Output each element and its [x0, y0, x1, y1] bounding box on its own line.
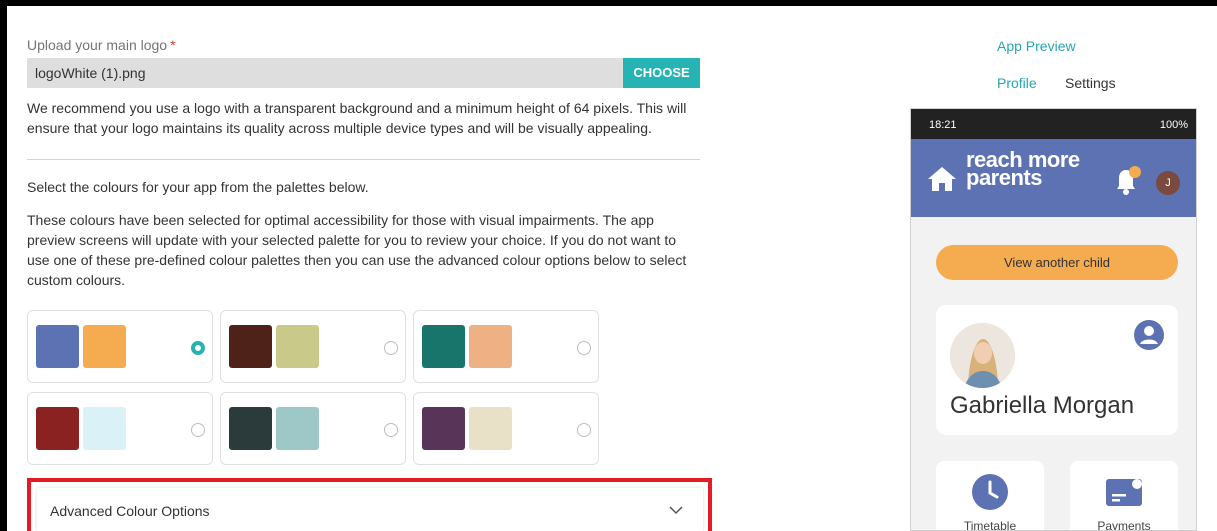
palette-option-6[interactable]: [413, 392, 599, 465]
tab-settings[interactable]: Settings: [1065, 75, 1116, 91]
palette-primary-swatch: [229, 407, 272, 450]
logo-recommendation-text: We recommend you use a logo with a trans…: [27, 100, 687, 136]
tile-payments[interactable]: Payments: [1070, 461, 1178, 531]
logo-file-name: logoWhite (1).png: [35, 65, 146, 81]
child-photo: [950, 323, 1015, 388]
app-header: reach more parents J: [911, 139, 1196, 217]
palette-option-3[interactable]: [413, 310, 599, 383]
status-bar: 18:21 100%: [911, 109, 1196, 139]
payment-card-icon: [1106, 479, 1142, 506]
app-preview-title: App Preview: [997, 38, 1076, 54]
advanced-options-highlight: Advanced Colour Options: [27, 478, 712, 531]
view-another-child-button[interactable]: View another child: [936, 245, 1178, 280]
clock-icon: [972, 474, 1008, 510]
logo-file-field[interactable]: logoWhite (1).png CHOOSE: [27, 58, 700, 88]
screen-frame: Upload your main logo * logoWhite (1).png…: [0, 0, 1217, 531]
upload-logo-label-text: Upload your main logo: [27, 37, 168, 53]
tile-timetable-label: Timetable: [963, 519, 1017, 531]
child-profile-card: Gabriella Morgan: [936, 305, 1178, 435]
palette-primary-swatch: [422, 407, 465, 450]
advanced-colour-options-toggle[interactable]: Advanced Colour Options: [37, 488, 703, 531]
palette-radio[interactable]: [577, 341, 591, 355]
palette-secondary-swatch: [83, 407, 126, 450]
palette-secondary-swatch: [276, 407, 319, 450]
house-icon: [928, 167, 956, 191]
palette-option-4[interactable]: [27, 392, 213, 465]
chevron-down-icon: [669, 506, 683, 515]
palette-radio[interactable]: [384, 423, 398, 437]
palette-option-2[interactable]: [220, 310, 406, 383]
tab-profile[interactable]: Profile: [997, 75, 1037, 91]
choose-button[interactable]: CHOOSE: [623, 58, 700, 88]
palette-secondary-swatch: [469, 325, 512, 368]
select-colours-text: Select the colours for your app from the…: [27, 179, 369, 195]
accessibility-text: These colours have been selected for opt…: [27, 212, 687, 288]
palette-primary-swatch: [36, 407, 79, 450]
child-portrait-image: [950, 323, 1015, 388]
battery-status: 100%: [1159, 119, 1188, 131]
palette-radio[interactable]: [384, 341, 398, 355]
tile-timetable[interactable]: Timetable: [936, 461, 1044, 531]
required-mark: *: [170, 37, 176, 53]
palette-secondary-swatch: [276, 325, 319, 368]
palette-primary-swatch: [36, 325, 79, 368]
user-circle-icon[interactable]: [1134, 320, 1164, 350]
divider: [27, 159, 700, 160]
palette-option-1[interactable]: [27, 310, 213, 383]
palette-primary-swatch: [229, 325, 272, 368]
palette-secondary-swatch: [83, 325, 126, 368]
child-name: Gabriella Morgan: [950, 392, 1135, 419]
palette-primary-swatch: [422, 325, 465, 368]
advanced-colour-options-label: Advanced Colour Options: [50, 503, 210, 519]
avatar[interactable]: J: [1156, 171, 1180, 195]
bell-icon[interactable]: [1109, 163, 1143, 197]
status-time: 18:21: [929, 119, 957, 131]
page: Upload your main logo * logoWhite (1).png…: [7, 6, 1217, 531]
palette-radio-selected[interactable]: [191, 341, 205, 355]
palette-radio[interactable]: [191, 423, 205, 437]
upload-logo-label: Upload your main logo *: [27, 37, 176, 53]
palette-option-5[interactable]: [220, 392, 406, 465]
palette-secondary-swatch: [469, 407, 512, 450]
app-logo-text: reach more parents: [966, 149, 1080, 189]
palette-radio[interactable]: [577, 423, 591, 437]
tile-payments-label: Payments: [1097, 519, 1151, 531]
phone-preview: 18:21 100% reach more parents J View anot…: [910, 108, 1197, 531]
